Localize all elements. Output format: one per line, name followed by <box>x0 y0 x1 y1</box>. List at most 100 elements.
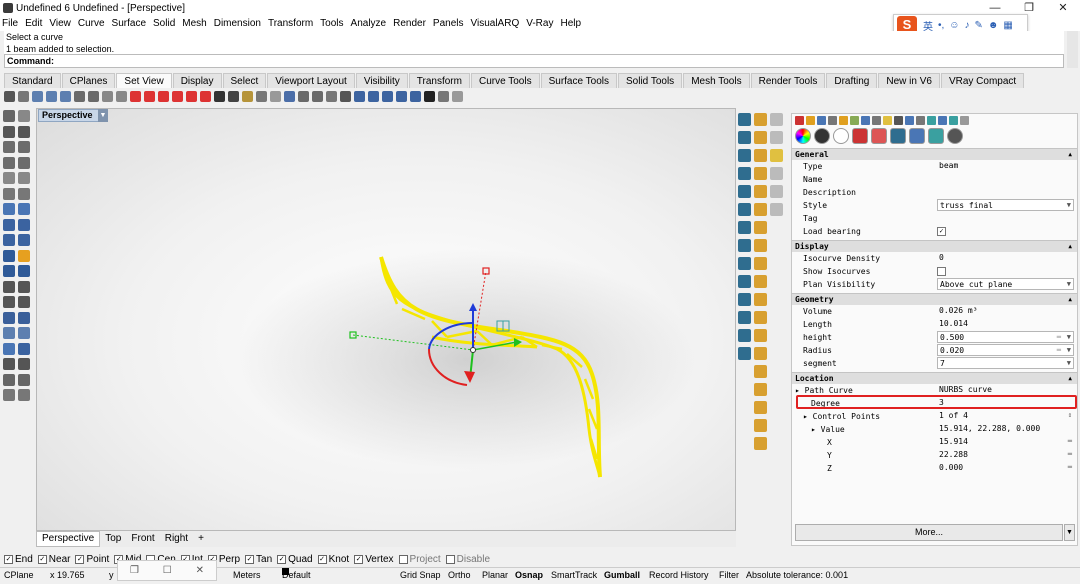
doc-icon[interactable] <box>770 113 783 126</box>
vray-object-icon[interactable] <box>947 128 963 144</box>
sphere-icon[interactable] <box>18 218 30 231</box>
zoom-target-icon[interactable] <box>116 90 127 102</box>
osnap-end[interactable]: ✓ End <box>4 554 33 565</box>
edit-13-icon[interactable] <box>754 347 767 360</box>
element-icon[interactable] <box>738 311 751 324</box>
cplane-world-icon[interactable] <box>340 90 351 102</box>
group-icon[interactable] <box>18 280 30 293</box>
edit-9-icon[interactable] <box>754 275 767 288</box>
properties-tab-icon[interactable] <box>795 115 804 125</box>
tab-new-in-v6[interactable]: New in V6 <box>878 73 940 88</box>
space-icon[interactable] <box>738 275 751 288</box>
cylinder-icon[interactable] <box>3 234 15 246</box>
edit-16-icon[interactable] <box>754 401 767 414</box>
segment-select[interactable]: 7 ▼ <box>937 357 1074 369</box>
status-smarttrack[interactable]: SmartTrack <box>551 568 597 582</box>
status-units[interactable]: Meters <box>233 568 261 582</box>
move-icon[interactable] <box>3 296 15 308</box>
menu-file[interactable]: File <box>2 18 18 29</box>
view-red-4-icon[interactable] <box>172 90 183 102</box>
cplane-3pt-icon[interactable] <box>396 90 407 102</box>
display-tab-icon[interactable] <box>817 115 826 125</box>
zoom-window-icon[interactable] <box>32 90 43 102</box>
tab-select[interactable]: Select <box>222 73 267 88</box>
text-icon[interactable] <box>3 311 15 324</box>
value-label[interactable]: ▸ Value <box>811 423 845 436</box>
menu-help[interactable]: Help <box>560 18 581 29</box>
tab-set-view[interactable]: Set View <box>116 73 172 88</box>
osnap-checkbox[interactable]: ✓ <box>4 554 13 564</box>
window-icon[interactable] <box>738 203 751 216</box>
edit-4-icon[interactable] <box>754 185 767 198</box>
section-location-header[interactable]: Location <box>792 372 1077 384</box>
section-general-header[interactable]: General <box>792 148 1077 160</box>
menu-tools[interactable]: Tools <box>320 18 343 29</box>
slab-icon[interactable] <box>738 149 751 162</box>
fillet-curve-icon[interactable] <box>3 187 15 200</box>
sheet-2-icon[interactable] <box>770 149 783 162</box>
menu-render[interactable]: Render <box>393 18 426 29</box>
tab-mesh-tools[interactable]: Mesh Tools <box>683 73 750 88</box>
print-view-icon[interactable] <box>326 90 337 102</box>
select-icon[interactable] <box>3 110 15 122</box>
status-grid-snap[interactable]: Grid Snap <box>400 568 441 582</box>
osnap-quad[interactable]: ✓ Quad <box>277 554 313 565</box>
add-viewport-tab-icon[interactable]: + <box>193 532 209 546</box>
boolean-icon[interactable] <box>18 234 30 246</box>
beam-icon[interactable] <box>738 167 751 180</box>
sheet-icon[interactable] <box>770 131 783 144</box>
osnap-checkbox[interactable]: ✓ <box>317 554 327 564</box>
color-wheel-icon[interactable] <box>795 128 811 144</box>
radius-field[interactable]: 0.020 ═ ▼ <box>937 344 1074 356</box>
status-gumball[interactable]: Gumball <box>604 568 640 582</box>
polygon-icon[interactable] <box>18 156 30 169</box>
edit-18-icon[interactable] <box>754 437 767 450</box>
osnap-checkbox[interactable] <box>445 554 455 564</box>
roof-icon[interactable] <box>738 257 751 270</box>
mesh-icon[interactable] <box>3 249 15 262</box>
layers-tab-icon[interactable] <box>806 115 815 125</box>
osnap-checkbox[interactable]: ✓ <box>245 554 255 564</box>
edit-10-icon[interactable] <box>754 293 767 306</box>
status-ortho[interactable]: Ortho <box>448 568 471 582</box>
osnap-checkbox[interactable]: ✓ <box>277 554 287 564</box>
osnap-disable[interactable]: Disable <box>445 554 490 565</box>
undo-view-icon[interactable] <box>102 90 113 102</box>
camera-tab-icon[interactable] <box>916 115 925 125</box>
edit-6-icon[interactable] <box>754 221 767 234</box>
curve-icon[interactable] <box>3 172 15 184</box>
popup-maximize-icon[interactable]: ☐ <box>163 565 172 576</box>
pencil-icon[interactable] <box>754 113 767 126</box>
furniture-icon[interactable] <box>738 293 751 306</box>
layer-icon[interactable] <box>3 389 15 401</box>
menu-solid[interactable]: Solid <box>153 18 175 29</box>
edit-7-icon[interactable] <box>754 239 767 252</box>
cplane-icon[interactable] <box>270 90 281 102</box>
edit-14-icon[interactable] <box>754 365 767 378</box>
section-geometry-header[interactable]: Geometry <box>792 293 1077 305</box>
freeform-icon[interactable] <box>18 172 30 184</box>
block-tab-icon[interactable] <box>927 115 936 125</box>
offset-curve-icon[interactable] <box>18 187 30 200</box>
menu-curve[interactable]: Curve <box>78 18 105 29</box>
ifc-icon[interactable] <box>928 128 944 144</box>
isocurve-density-value[interactable]: 0 <box>937 252 1074 264</box>
menu-analyze[interactable]: Analyze <box>351 18 387 29</box>
rotate-view-icon[interactable] <box>18 90 29 102</box>
osnap-checkbox[interactable]: ✓ <box>37 554 47 564</box>
pan-icon[interactable] <box>4 90 15 102</box>
edit-8-icon[interactable] <box>754 257 767 270</box>
more-dropdown-icon[interactable]: ▼ <box>1064 524 1075 541</box>
column-icon[interactable] <box>738 131 751 144</box>
sheet-3-icon[interactable] <box>770 167 783 180</box>
arc-icon[interactable] <box>18 141 30 153</box>
render-tab-icon[interactable] <box>839 115 848 125</box>
control-points-label[interactable]: ▸ Control Points <box>803 410 880 423</box>
cplane-front-icon[interactable] <box>368 90 379 102</box>
edit-icon[interactable] <box>754 131 767 144</box>
osnap-near[interactable]: ✓ Near <box>37 554 70 565</box>
edit-5-icon[interactable] <box>754 203 767 216</box>
view-red-2-icon[interactable] <box>144 90 155 102</box>
view-red-6-icon[interactable] <box>200 90 211 102</box>
zoom-out-icon[interactable] <box>88 90 99 102</box>
